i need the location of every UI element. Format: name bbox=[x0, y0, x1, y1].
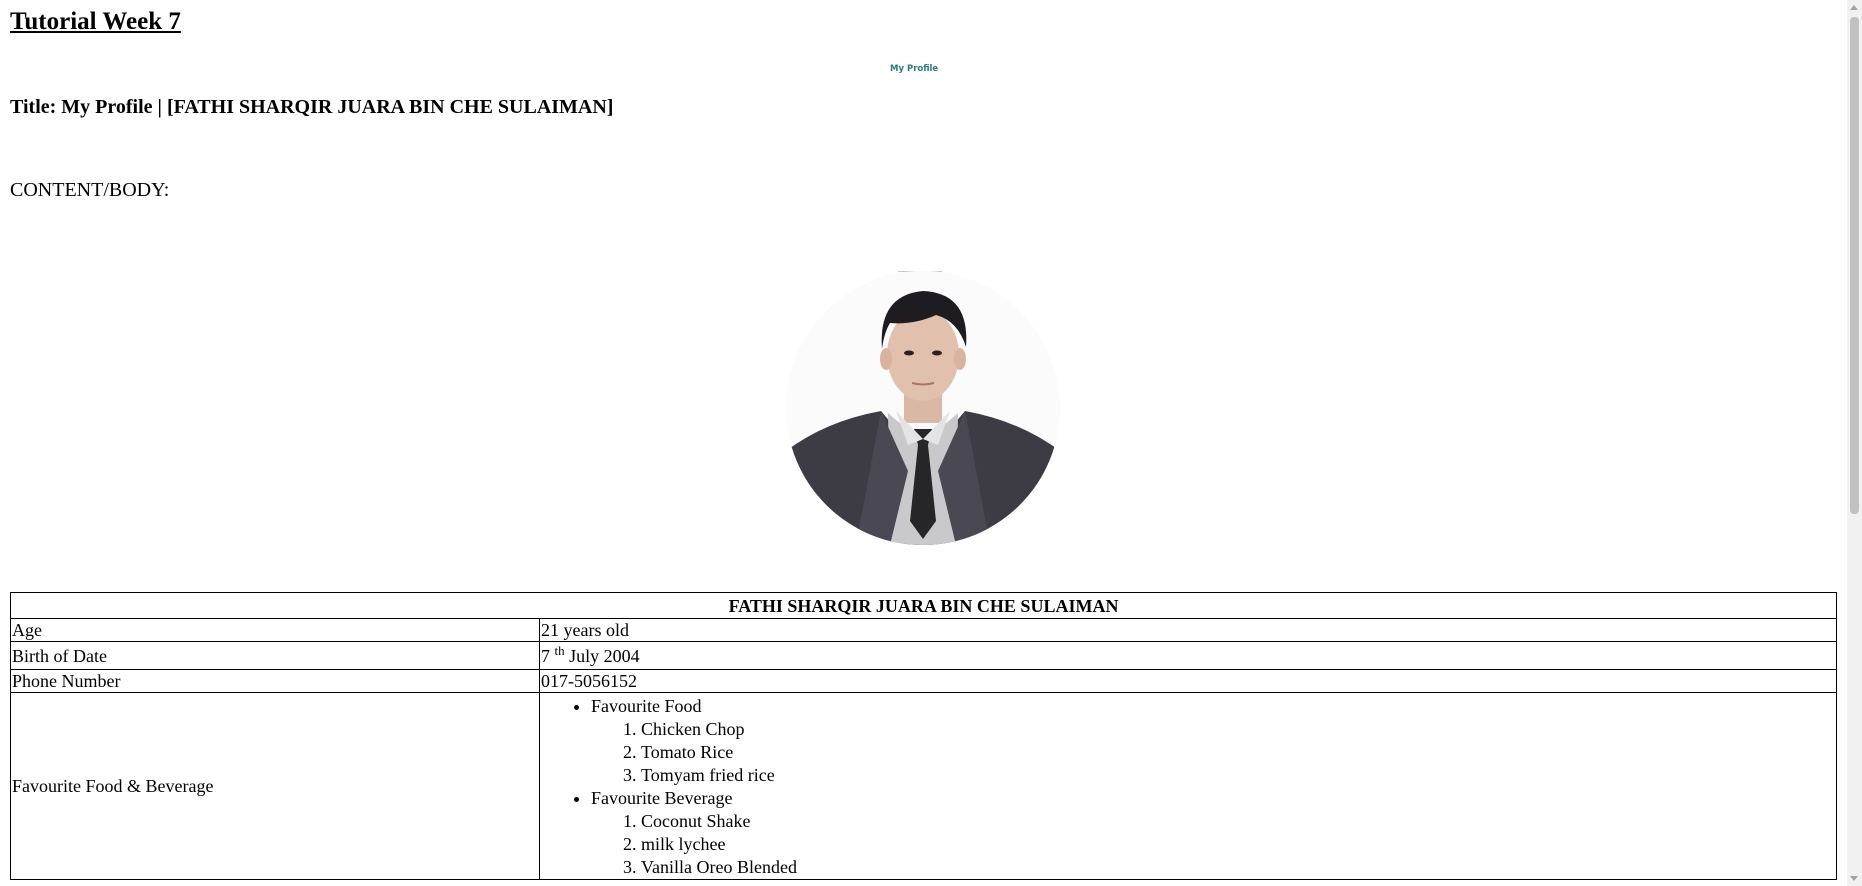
birth-value: 7 th July 2004 bbox=[539, 641, 1837, 670]
scrollbar-thumb[interactable] bbox=[1850, 17, 1859, 514]
age-label: Age bbox=[10, 618, 540, 642]
favourite-list: Favourite Food Chicken Chop Tomato Rice … bbox=[541, 695, 1835, 879]
table-row: Birth of Date 7 th July 2004 bbox=[10, 641, 1837, 670]
list-item: Tomyam fried rice bbox=[641, 764, 1835, 787]
profile-caption: My Profile bbox=[890, 64, 939, 74]
list-item: Chicken Chop bbox=[641, 718, 1835, 741]
beverage-list: Coconut Shake milk lychee Vanilla Oreo B… bbox=[591, 810, 1835, 879]
phone-label: Phone Number bbox=[10, 669, 540, 693]
list-item: milk lychee bbox=[641, 833, 1835, 856]
birth-label: Birth of Date bbox=[10, 641, 540, 670]
age-value: 21 years old bbox=[539, 618, 1837, 642]
page-heading: Tutorial Week 7 bbox=[10, 8, 181, 35]
birth-day: 7 bbox=[541, 645, 550, 666]
list-item: Favourite Food Chicken Chop Tomato Rice … bbox=[591, 695, 1835, 787]
table-header: FATHI SHARQIR JUARA BIN CHE SULAIMAN bbox=[10, 592, 1837, 619]
food-title: Favourite Food bbox=[591, 696, 702, 716]
table-row: Age 21 years old bbox=[10, 618, 1837, 642]
table-header-row: FATHI SHARQIR JUARA BIN CHE SULAIMAN bbox=[10, 592, 1837, 619]
list-item: Vanilla Oreo Blended bbox=[641, 856, 1835, 879]
phone-value: 017-5056152 bbox=[539, 669, 1837, 693]
title-line: Title: My Profile | [FATHI SHARQIR JUARA… bbox=[10, 96, 614, 118]
profile-photo bbox=[786, 271, 1060, 545]
favourite-value: Favourite Food Chicken Chop Tomato Rice … bbox=[539, 692, 1837, 880]
list-item: Favourite Beverage Coconut Shake milk ly… bbox=[591, 787, 1835, 879]
table-row: Phone Number 017-5056152 bbox=[10, 669, 1837, 693]
birth-suffix: th bbox=[554, 642, 565, 658]
scroll-down-icon[interactable] bbox=[1850, 876, 1858, 881]
list-item: Tomato Rice bbox=[641, 741, 1835, 764]
content-body-label: CONTENT/BODY: bbox=[10, 179, 170, 201]
person-photo-icon bbox=[786, 271, 1060, 545]
content: Tutorial Week 7 Title: My Profile | [FAT… bbox=[10, 0, 1837, 202]
vertical-scrollbar[interactable] bbox=[1847, 0, 1862, 886]
table-row: Favourite Food & Beverage Favourite Food… bbox=[10, 692, 1837, 880]
favourite-label: Favourite Food & Beverage bbox=[10, 692, 540, 880]
page: Tutorial Week 7 Title: My Profile | [FAT… bbox=[0, 0, 1862, 886]
list-item: Coconut Shake bbox=[641, 810, 1835, 833]
profile-table: FATHI SHARQIR JUARA BIN CHE SULAIMAN Age… bbox=[10, 592, 1837, 880]
birth-rest: July 2004 bbox=[564, 645, 640, 666]
beverage-title: Favourite Beverage bbox=[591, 788, 733, 808]
food-list: Chicken Chop Tomato Rice Tomyam fried ri… bbox=[591, 718, 1835, 787]
scroll-up-icon[interactable] bbox=[1850, 5, 1858, 10]
